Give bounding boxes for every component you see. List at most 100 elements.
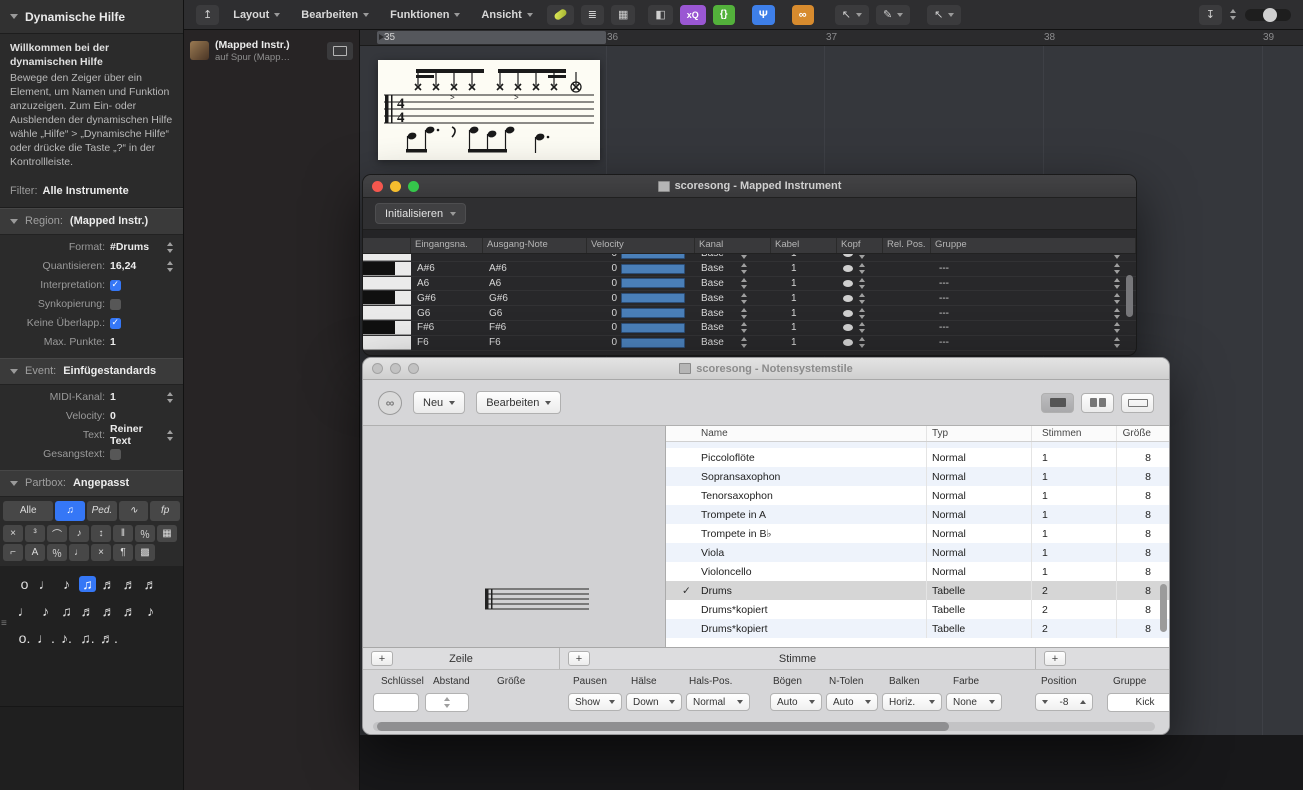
zoom-stepper[interactable] (1229, 8, 1238, 21)
add-zeile-button[interactable]: + (371, 651, 393, 666)
bar-ruler[interactable]: 35 36 37 38 39 (360, 30, 1303, 46)
keine-ueberlapp-checkbox[interactable] (110, 318, 121, 329)
staff-style-row[interactable]: Tenorsaxophon Normal 1 8 (666, 486, 1169, 505)
piano-key[interactable] (363, 262, 411, 276)
notehead-icon[interactable] (843, 310, 853, 317)
synkopierung-checkbox[interactable] (110, 299, 121, 310)
note-value-button[interactable]: ♩ (37, 576, 54, 592)
stepper-icon[interactable] (1113, 321, 1122, 334)
input-name[interactable]: G6 (411, 306, 483, 320)
mapping-row[interactable]: 0 Base 1 --- (363, 254, 1136, 262)
balken-select[interactable]: Horiz. (882, 693, 942, 711)
staff-style-row[interactable]: Sopransaxophon Normal 1 8 (666, 467, 1169, 486)
partbox-symbol-button[interactable]: ¶ (113, 544, 133, 561)
partbox-tab-dynamics[interactable]: ∿ (119, 501, 149, 521)
column-header-kanal[interactable]: Kanal (695, 238, 771, 253)
note-value-button[interactable]: ♬ (100, 576, 117, 592)
partbox-symbol-button[interactable]: A (25, 544, 45, 561)
stepper-icon[interactable] (858, 321, 867, 334)
farbe-select[interactable]: None (946, 693, 1002, 711)
velocity-bar[interactable] (621, 264, 685, 274)
stepper-icon[interactable] (858, 277, 867, 290)
stepper-icon[interactable] (1113, 262, 1122, 275)
list-view-button[interactable]: ≣ (581, 5, 604, 25)
stepper-icon[interactable] (1113, 336, 1122, 349)
help-sidebar-header[interactable]: Dynamische Hilfe (0, 0, 183, 34)
partbox-symbol-button[interactable]: ↕ (91, 525, 111, 542)
up-arrow-button[interactable]: ↥ (196, 5, 219, 25)
input-name[interactable]: A#6 (411, 262, 483, 276)
partbox-symbol-button[interactable]: ▩ (135, 544, 155, 561)
partbox-symbol-button[interactable]: ⌒ (47, 525, 67, 542)
stepper-icon[interactable] (1113, 307, 1122, 320)
column-header-velocity[interactable]: Velocity (587, 238, 695, 253)
rel-pos-value[interactable] (883, 277, 931, 291)
close-button[interactable] (372, 181, 383, 192)
param-value[interactable]: Reiner Text (110, 423, 166, 447)
velocity-value[interactable]: 0 (587, 278, 617, 289)
param-value[interactable]: 1 (110, 336, 175, 348)
velocity-bar[interactable] (621, 293, 685, 303)
stepper-icon[interactable] (740, 262, 749, 275)
stepper-icon[interactable] (740, 307, 749, 320)
zoom-slider[interactable] (1245, 9, 1291, 21)
column-header-groesse[interactable]: Größe (1116, 426, 1169, 441)
output-note[interactable]: A#6 (483, 262, 587, 276)
note-value-button[interactable]: ♪ (142, 603, 159, 619)
menu-ansicht[interactable]: Ansicht (474, 5, 539, 25)
stepper-icon[interactable] (1113, 292, 1122, 305)
menu-funktionen[interactable]: Funktionen (383, 5, 467, 25)
stepper-icon[interactable] (166, 260, 175, 273)
partbox-symbol-button[interactable]: × (3, 525, 23, 542)
output-note[interactable]: F6 (483, 336, 587, 350)
note-value-button[interactable]: o (16, 576, 33, 592)
vertical-scrollbar[interactable] (1160, 584, 1167, 632)
input-name[interactable] (411, 254, 483, 261)
gruppe-value[interactable]: --- (939, 263, 949, 274)
gruppe-field[interactable]: Kick (1107, 693, 1170, 712)
stepper-icon[interactable] (740, 292, 749, 305)
staff-style-row[interactable]: Trompete in A Normal 1 8 (666, 505, 1169, 524)
param-value[interactable]: 0 (110, 410, 175, 422)
boegen-select[interactable]: Auto (770, 693, 822, 711)
environment-button[interactable]: Ψ (752, 5, 775, 25)
column-header-gruppe[interactable]: Gruppe (931, 238, 1136, 253)
note-value-button[interactable]: ♬ (121, 576, 138, 592)
interpretation-checkbox[interactable] (110, 280, 121, 291)
velocity-value[interactable]: 0 (587, 254, 617, 259)
column-header-name[interactable]: Name (666, 428, 926, 439)
kanal-value[interactable]: Base (701, 293, 724, 304)
gruppe-value[interactable]: --- (939, 254, 949, 259)
pointer-tool-select[interactable]: ↖ (835, 5, 869, 25)
gruppe-value[interactable]: --- (939, 278, 949, 289)
column-header-typ[interactable]: Typ (926, 426, 1031, 441)
partbox-symbol-button[interactable]: × (91, 544, 111, 561)
stepper-icon[interactable] (166, 429, 175, 442)
param-value[interactable]: 1 (110, 391, 166, 403)
stepper-icon[interactable] (166, 241, 175, 254)
staff-style-row[interactable]: Trompete in B♭ Normal 1 8 (666, 524, 1169, 543)
param-value[interactable]: 16,24 (110, 260, 166, 272)
link-button[interactable]: ∞ (378, 391, 402, 415)
window2-titlebar[interactable]: scoresong - Notensystemstile (363, 358, 1169, 380)
horizontal-scrollbar[interactable] (373, 722, 1155, 731)
pencil-view-button[interactable] (547, 5, 574, 25)
input-name[interactable]: G#6 (411, 291, 483, 305)
partbox-symbol-button[interactable]: ‖ (113, 525, 133, 542)
column-header-ausgang-note[interactable]: Ausgang-Note (483, 238, 587, 253)
rel-pos-value[interactable] (883, 336, 931, 350)
note-value-button[interactable]: ♫. (79, 630, 96, 646)
vertical-scrollbar[interactable] (1126, 275, 1133, 317)
stepper-icon[interactable] (858, 262, 867, 275)
initialisieren-button[interactable]: Initialisieren (375, 203, 466, 224)
kabel-value[interactable]: 1 (771, 262, 837, 276)
staff-style-row[interactable]: Drums*kopiert Tabelle 2 8 (666, 600, 1169, 619)
rel-pos-value[interactable] (883, 321, 931, 335)
stepper-icon[interactable] (858, 307, 867, 320)
stepper-icon[interactable] (1113, 277, 1122, 290)
split-view-button[interactable] (1081, 393, 1114, 413)
partbox-tab-notes[interactable]: ♫ (55, 501, 85, 521)
kabel-value[interactable]: 1 (771, 306, 837, 320)
velocity-bar[interactable] (621, 278, 685, 288)
track-header[interactable]: (Mapped Instr.) auf Spur (Mapp… (184, 30, 359, 72)
